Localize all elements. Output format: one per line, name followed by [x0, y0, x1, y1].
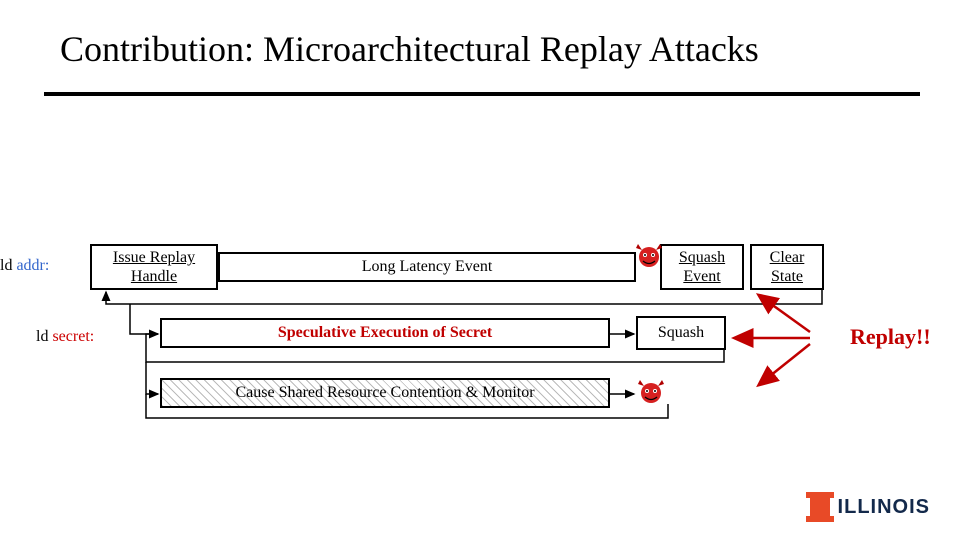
- arrow-replay-3: [760, 344, 810, 384]
- box-squash: Squash: [636, 316, 726, 350]
- box-speculative-execution: Speculative Execution of Secret: [160, 318, 610, 348]
- arrow-clearstate-to-issue: [106, 290, 822, 304]
- arrow-row1-to-specexec: [130, 304, 158, 334]
- label-ld-addr: ld addr:: [0, 257, 49, 275]
- box-clear-state: Clear State: [750, 244, 824, 290]
- label-ld-secret-var: secret:: [52, 328, 94, 345]
- title-rule: [44, 92, 920, 96]
- devil-icon: [634, 240, 664, 268]
- replay-label: Replay!!: [850, 324, 931, 350]
- slide-title: Contribution: Microarchitectural Replay …: [60, 28, 920, 70]
- box-issue-replay-handle: Issue Replay Handle: [90, 244, 218, 290]
- illinois-logo: ILLINOIS: [810, 492, 930, 522]
- box-contention-monitor: Cause Shared Resource Contention & Monit…: [160, 378, 610, 408]
- label-ld-secret: ld secret:: [36, 328, 94, 346]
- label-ld-addr-prefix: ld: [0, 257, 16, 274]
- arrow-row2-to-contention: [146, 362, 158, 394]
- slide: Contribution: Microarchitectural Replay …: [0, 0, 960, 540]
- label-ld-addr-var: addr:: [16, 257, 49, 274]
- box-long-latency-event: Long Latency Event: [218, 252, 636, 282]
- illinois-block-i-icon: [810, 492, 830, 522]
- label-ld-secret-prefix: ld: [36, 328, 52, 345]
- arrow-replay-1: [760, 296, 810, 332]
- illinois-wordmark: ILLINOIS: [838, 496, 930, 519]
- devil-icon: [636, 376, 666, 404]
- box-squash-event: Squash Event: [660, 244, 744, 290]
